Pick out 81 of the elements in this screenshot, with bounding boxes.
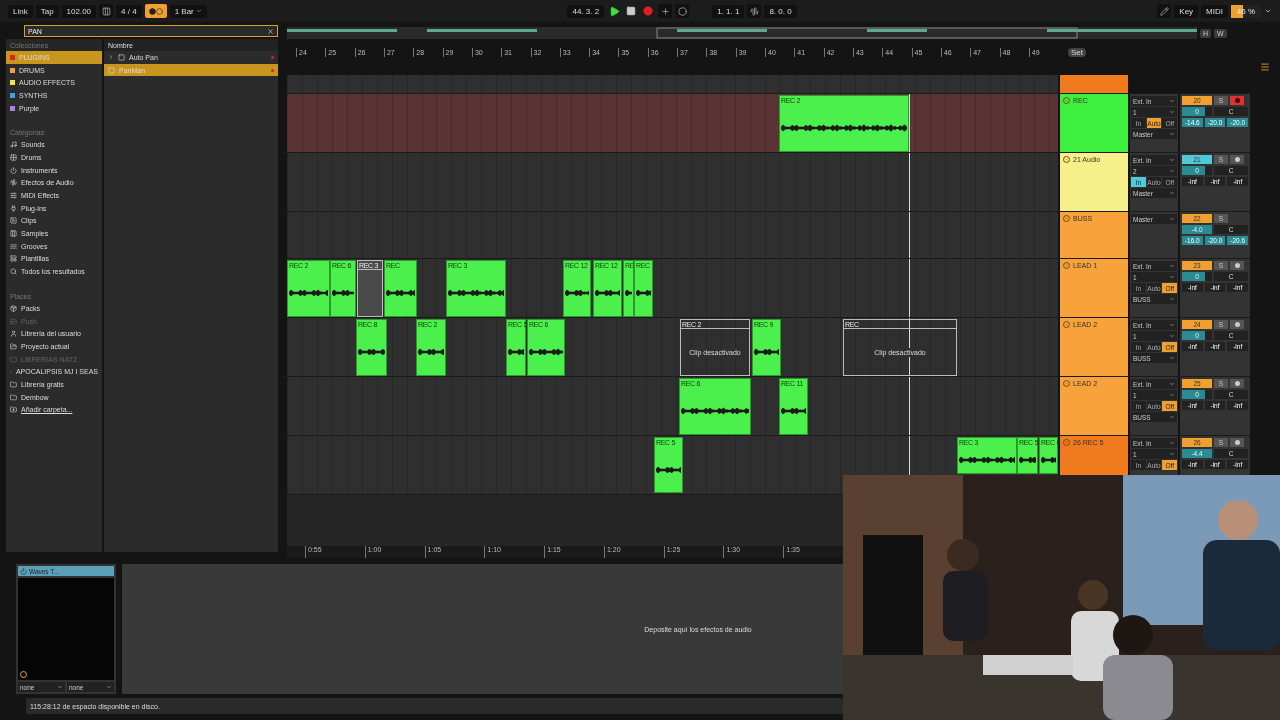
waveform-drawing (595, 287, 620, 299)
waveform-drawing (754, 346, 779, 358)
search-icon (10, 268, 17, 276)
clip-icon (10, 217, 17, 225)
template-icon (10, 255, 17, 263)
overview-drawing[interactable] (287, 27, 1197, 39)
status-dot (271, 55, 274, 59)
loop-start-field[interactable]: 1. 1. 1 (712, 4, 745, 18)
columns-icon (10, 230, 17, 238)
waveform-drawing (1041, 454, 1056, 466)
fold-icon[interactable] (1063, 262, 1070, 269)
waveform-drawing (386, 287, 415, 299)
waveform-drawing (681, 405, 749, 417)
tap-button[interactable]: Tap (35, 4, 59, 18)
note-icon (10, 141, 17, 149)
quantize-select[interactable]: 1 Bar (169, 4, 207, 18)
track-name[interactable] (1060, 75, 1128, 93)
caret-icon (1169, 190, 1175, 196)
time-signature[interactable]: 4 / 4 (116, 4, 142, 18)
caret-icon (1169, 131, 1175, 137)
midi-button[interactable]: MIDI (1201, 4, 1228, 18)
user-icon (10, 330, 17, 338)
record-button[interactable] (641, 4, 656, 18)
waveform-drawing (358, 346, 385, 358)
clear-icon[interactable] (267, 27, 274, 35)
folder-plus-icon (10, 406, 17, 414)
waveform-icon (10, 179, 17, 187)
sliders-icon (10, 192, 17, 200)
metronome-icon[interactable] (144, 4, 167, 18)
fold-icon[interactable] (1063, 97, 1070, 104)
punch-icon[interactable] (747, 4, 762, 18)
arm-button[interactable] (1230, 96, 1244, 105)
grid-icon (10, 153, 17, 161)
caret-icon[interactable] (1264, 7, 1272, 15)
position-field[interactable]: 44. 3. 2 (567, 4, 605, 18)
loop-icon[interactable] (675, 4, 690, 18)
waves-icon (10, 242, 17, 250)
waveform-drawing (625, 287, 632, 299)
waveform-drawing (508, 346, 524, 358)
set-button[interactable]: Set (1068, 48, 1086, 57)
fold-icon[interactable] (1063, 156, 1070, 163)
power-icon (10, 166, 17, 174)
key-button[interactable]: Key (1174, 4, 1199, 18)
arm-button[interactable] (1230, 261, 1244, 270)
arm-button[interactable] (1230, 155, 1244, 164)
menu-icon[interactable] (1260, 62, 1270, 72)
waveform-drawing (781, 405, 806, 417)
arm-button[interactable] (1230, 320, 1244, 329)
caret-icon (1169, 296, 1175, 302)
caret-icon (1169, 355, 1175, 361)
pencil-icon[interactable] (1157, 4, 1172, 18)
drive-icon (10, 317, 17, 325)
arm-button[interactable] (1230, 438, 1244, 447)
expand-icon[interactable] (108, 54, 114, 61)
waveform-drawing (636, 287, 651, 299)
caret-icon (1169, 414, 1175, 420)
caret-icon (106, 684, 112, 690)
waveform-drawing (959, 454, 1015, 466)
package-icon (10, 304, 17, 312)
power-icon[interactable] (20, 567, 27, 575)
plug-icon (10, 204, 17, 212)
waveform-drawing (565, 287, 589, 299)
plus-icon[interactable] (658, 4, 673, 18)
fold-icon[interactable] (1063, 380, 1070, 387)
fold-icon[interactable] (1063, 321, 1070, 328)
link-button[interactable]: Link (8, 4, 33, 18)
waveform-drawing (418, 346, 444, 358)
arm-button[interactable] (1230, 379, 1244, 388)
caret-icon (57, 684, 63, 690)
waveform-drawing (1019, 454, 1036, 466)
waveform-drawing (529, 346, 563, 358)
waveform-drawing (332, 287, 354, 299)
waveform-drawing (289, 287, 328, 299)
status-dot (271, 68, 274, 72)
caret-icon (1169, 216, 1175, 222)
nudge-icon[interactable] (99, 4, 114, 18)
waveform-drawing (448, 287, 504, 299)
tempo-field[interactable]: 102.00 (61, 4, 97, 18)
caret-icon (195, 8, 202, 14)
fold-icon[interactable] (1063, 215, 1070, 222)
loop-length-field[interactable]: 8. 0. 0 (764, 4, 797, 18)
